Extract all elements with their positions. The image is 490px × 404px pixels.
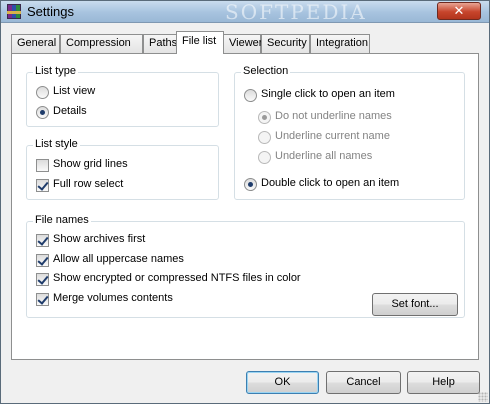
selection-title: Selection <box>241 65 291 77</box>
settings-dialog: Settings SOFTPEDIA ✕ General Compression… <box>0 0 490 404</box>
show-encrypted-color-box[interactable] <box>36 273 49 286</box>
tab-security[interactable]: Security <box>261 34 310 53</box>
double-click-radio-button[interactable] <box>244 178 257 191</box>
list-type-title: List type <box>33 65 78 77</box>
list-style-group: List style Show grid lines Full row sele… <box>26 138 219 200</box>
cancel-button[interactable]: Cancel <box>326 371 401 394</box>
resize-grip-icon[interactable] <box>478 392 488 402</box>
single-click-label: Single click to open an item <box>261 88 395 100</box>
close-button[interactable]: ✕ <box>437 2 481 20</box>
winrar-app-icon <box>7 4 21 19</box>
file-names-group: File names Show archives first Allow all… <box>26 214 465 318</box>
show-archives-first-box[interactable] <box>36 234 49 247</box>
file-list-panel: List type List view Details List style S… <box>11 53 479 360</box>
underline-current-radio-button[interactable] <box>258 131 271 144</box>
merge-volumes-label: Merge volumes contents <box>53 292 173 304</box>
tab-file-list[interactable]: File list <box>176 31 224 54</box>
do-not-underline-label: Do not underline names <box>275 110 392 122</box>
list-style-title: List style <box>33 138 80 150</box>
details-label: Details <box>53 105 87 117</box>
ok-button[interactable]: OK <box>246 371 319 394</box>
show-grid-lines-label: Show grid lines <box>53 158 128 170</box>
help-button[interactable]: Help <box>407 371 480 394</box>
list-view-label: List view <box>53 85 96 97</box>
tab-compression[interactable]: Compression <box>60 34 143 53</box>
single-click-radio-button[interactable] <box>244 89 257 102</box>
underline-all-label: Underline all names <box>275 150 373 162</box>
show-archives-first-label: Show archives first <box>53 233 146 245</box>
tab-integration[interactable]: Integration <box>310 34 370 53</box>
merge-volumes-box[interactable] <box>36 293 49 306</box>
window-title: Settings <box>27 4 74 19</box>
underline-all-radio-button[interactable] <box>258 151 271 164</box>
title-bar[interactable]: Settings SOFTPEDIA ✕ <box>1 0 489 24</box>
close-icon: ✕ <box>453 3 465 18</box>
tab-general[interactable]: General <box>11 34 60 53</box>
list-type-group: List type List view Details <box>26 65 219 127</box>
details-radio-button[interactable] <box>36 106 49 119</box>
file-names-title: File names <box>33 214 91 226</box>
tab-viewer[interactable]: Viewer <box>223 34 262 53</box>
set-font-button[interactable]: Set font... <box>372 293 458 316</box>
show-grid-lines-box[interactable] <box>36 159 49 172</box>
double-click-label: Double click to open an item <box>261 177 400 189</box>
selection-group: Selection Single click to open an item D… <box>234 65 465 200</box>
allow-uppercase-names-box[interactable] <box>36 254 49 267</box>
list-view-radio-button[interactable] <box>36 86 49 99</box>
allow-uppercase-names-label: Allow all uppercase names <box>53 253 184 265</box>
full-row-select-label: Full row select <box>53 178 124 190</box>
do-not-underline-radio-button[interactable] <box>258 111 271 124</box>
softpedia-watermark: SOFTPEDIA <box>225 0 367 24</box>
show-encrypted-color-label: Show encrypted or compressed NTFS files … <box>53 272 301 284</box>
full-row-select-box[interactable] <box>36 179 49 192</box>
underline-current-label: Underline current name <box>275 130 390 142</box>
